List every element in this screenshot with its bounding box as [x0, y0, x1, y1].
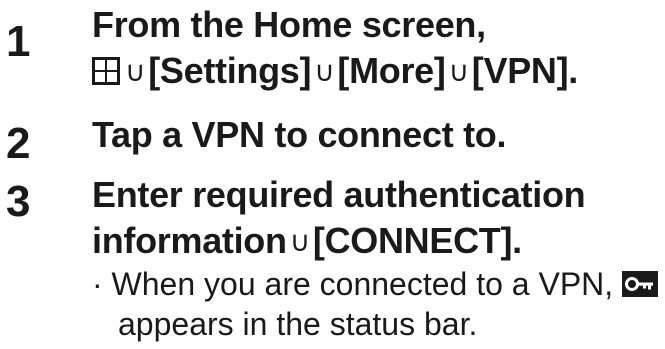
- step-path-line: ∪[Settings] ∪[More] ∪[VPN].: [92, 50, 578, 95]
- vpn-key-icon: [622, 271, 659, 297]
- step-action-line: information ∪[CONNECT].: [92, 220, 522, 265]
- step-text-line: Tap a VPN to connect to.: [92, 114, 507, 155]
- path-arrow: ∪: [125, 55, 146, 88]
- bullet: ·: [92, 266, 103, 302]
- step-number: 1: [6, 17, 31, 66]
- path-arrow: ∪: [448, 55, 470, 88]
- apps-grid-icon: [92, 57, 120, 85]
- step-number: 3: [6, 177, 31, 226]
- step-number: 2: [6, 119, 31, 168]
- path-arrow: ∪: [289, 225, 311, 258]
- step-text: information: [92, 220, 287, 261]
- path-arrow: ∪: [314, 55, 335, 88]
- path-item-vpn: [VPN].: [471, 50, 579, 91]
- note-line-1: · When you are connected to a VPN,: [92, 264, 659, 304]
- connect-action: [CONNECT].: [312, 220, 522, 261]
- note-text: When you are connected to a VPN,: [111, 266, 614, 302]
- note-line-2: appears in the status bar.: [118, 306, 478, 342]
- step-text-line: Enter required authentication: [92, 174, 586, 215]
- path-item-settings: [Settings]: [148, 50, 312, 91]
- path-item-more: [More]: [337, 50, 446, 91]
- step-text-line: From the Home screen,: [92, 4, 486, 45]
